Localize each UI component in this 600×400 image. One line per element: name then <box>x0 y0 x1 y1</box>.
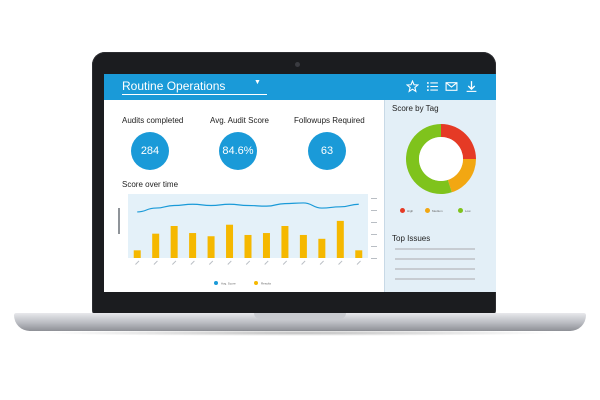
results-bar <box>244 234 252 258</box>
report-selector[interactable]: Routine Operations <box>122 79 225 93</box>
star-icon[interactable] <box>406 80 419 93</box>
x-tick-label <box>264 260 269 265</box>
side-panel: Score by Tag High Medium Low Top Issues <box>384 100 496 292</box>
results-bar <box>226 224 234 258</box>
results-bar <box>262 233 270 258</box>
chevron-down-icon[interactable]: ▼ <box>254 79 261 86</box>
x-tick-label <box>190 260 195 265</box>
legend-results-marker <box>254 281 258 285</box>
y-tick-label <box>371 246 377 247</box>
results-bar <box>355 250 363 258</box>
legend-medium-label: Medium <box>432 209 443 213</box>
issue-placeholder-line <box>395 258 475 260</box>
laptop-shadow <box>40 330 560 336</box>
score-by-tag-title: Score by Tag <box>392 104 439 113</box>
legend-low-label: Low <box>465 209 471 213</box>
y-tick-label <box>371 222 377 223</box>
issue-placeholder-line <box>395 248 475 250</box>
legend-high-dot <box>400 208 405 213</box>
legend-avg-score-marker <box>214 281 218 285</box>
chart-scroll-handle[interactable] <box>118 208 120 234</box>
dashboard-screen: Routine Operations ▼ Audits completed 28… <box>104 74 496 292</box>
x-tick-label <box>227 260 232 265</box>
y-tick-label <box>371 234 377 235</box>
kpi-label-avg-score: Avg. Audit Score <box>210 116 269 125</box>
x-tick-label <box>172 260 177 265</box>
x-tick-label <box>356 260 361 265</box>
list-icon[interactable] <box>426 80 439 93</box>
y-tick-label <box>371 210 377 211</box>
report-selector-underline <box>122 94 267 95</box>
legend-avg-score-label: Avg. Score <box>221 282 236 286</box>
results-bar <box>170 226 178 258</box>
x-tick-label <box>338 260 343 265</box>
legend-high-label: High <box>407 209 414 213</box>
x-tick-label <box>245 260 251 265</box>
results-bar <box>281 226 289 258</box>
legend-results-label: Results <box>261 282 272 286</box>
legend-low-dot <box>458 208 463 213</box>
camera-dot <box>295 62 300 67</box>
results-bar <box>318 238 326 258</box>
kpi-value-followups: 63 <box>308 132 346 170</box>
main-panel: Audits completed 284 Avg. Audit Score 84… <box>104 100 384 292</box>
x-tick-label <box>319 260 324 265</box>
kpi-value-audits: 284 <box>131 132 169 170</box>
score-over-time-chart: Avg. Score Results <box>118 194 377 286</box>
results-bar <box>207 236 215 258</box>
y-tick-label <box>371 198 377 199</box>
y-tick-label <box>371 258 377 259</box>
score-over-time-title: Score over time <box>122 180 179 189</box>
mail-icon[interactable] <box>445 80 458 93</box>
results-bar <box>299 234 307 258</box>
kpi-label-audits: Audits completed <box>122 116 184 125</box>
kpi-label-followups: Followups Required <box>294 116 365 125</box>
kpi-value-avg-score-text: 84.6% <box>222 145 254 157</box>
laptop-notch <box>254 313 346 319</box>
issue-placeholder-line <box>395 268 475 270</box>
x-tick-label <box>208 260 214 265</box>
x-tick-label <box>301 260 306 265</box>
results-bar <box>189 233 197 258</box>
x-tick-label <box>282 260 288 265</box>
header-bar: Routine Operations ▼ <box>104 74 496 100</box>
score-by-tag-donut <box>406 124 476 194</box>
results-bar <box>133 250 141 258</box>
download-icon[interactable] <box>465 80 478 93</box>
x-tick-label <box>135 260 140 265</box>
kpi-value-avg-score: 84.6% <box>219 132 257 170</box>
donut-hole <box>419 137 463 181</box>
issue-placeholder-line <box>395 278 475 280</box>
x-tick-label <box>153 260 158 265</box>
results-bar <box>336 220 344 258</box>
kpi-value-followups-text: 63 <box>320 145 334 157</box>
top-issues-title: Top Issues <box>392 234 431 243</box>
kpi-value-audits-text: 284 <box>140 145 160 157</box>
results-bar <box>152 233 160 258</box>
legend-medium-dot <box>425 208 430 213</box>
